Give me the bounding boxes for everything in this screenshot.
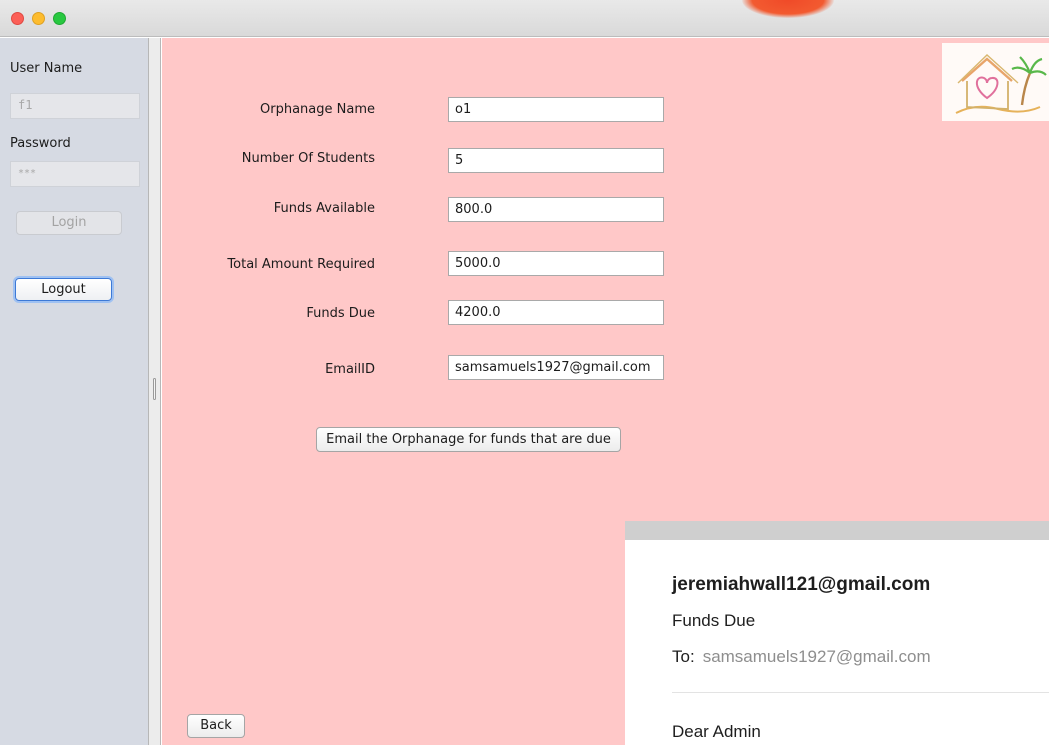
number-of-students-input[interactable]: 5 bbox=[448, 148, 664, 173]
email-orphanage-button[interactable]: Email the Orphanage for funds that are d… bbox=[316, 427, 621, 452]
zoom-window-button[interactable] bbox=[53, 12, 66, 25]
divider-grip-handle[interactable] bbox=[153, 378, 156, 400]
email-subject: Funds Due bbox=[672, 611, 756, 630]
number-of-students-label: Number Of Students bbox=[241, 151, 375, 166]
password-label: Password bbox=[10, 136, 71, 151]
email-recipient-address: samsamuels1927@gmail.com bbox=[702, 647, 931, 666]
orphanage-name-input[interactable]: o1 bbox=[448, 97, 664, 122]
login-sidebar: User Name f1 Password *** Login Logout bbox=[0, 38, 148, 745]
house-heart-palm-logo bbox=[942, 43, 1049, 121]
funds-available-label: Funds Available bbox=[273, 201, 375, 216]
house-heart-logo-icon bbox=[955, 54, 1047, 114]
funds-available-input[interactable]: 800.0 bbox=[448, 197, 664, 222]
username-label: User Name bbox=[10, 61, 83, 76]
total-amount-required-label: Total Amount Required bbox=[227, 257, 375, 272]
funds-due-input[interactable]: 4200.0 bbox=[448, 300, 664, 325]
window-titlebar bbox=[0, 0, 1049, 37]
email-separator bbox=[672, 692, 1049, 693]
back-button[interactable]: Back bbox=[187, 714, 245, 738]
email-preview-header-bar bbox=[625, 521, 1049, 540]
email-to-label: To: bbox=[672, 647, 695, 666]
email-sender: jeremiahwall121@gmail.com bbox=[672, 574, 931, 595]
orphanage-name-label: Orphanage Name bbox=[260, 102, 375, 117]
password-field[interactable]: *** bbox=[10, 161, 140, 187]
email-id-label: EmailID bbox=[325, 362, 375, 377]
email-id-input[interactable]: samsamuels1927@gmail.com bbox=[448, 355, 664, 380]
funds-due-label: Funds Due bbox=[306, 306, 375, 321]
email-preview-panel: jeremiahwall121@gmail.com Funds Due To: s… bbox=[625, 521, 1049, 745]
total-amount-required-input[interactable]: 5000.0 bbox=[448, 251, 664, 276]
email-body-greeting: Dear Admin bbox=[672, 722, 761, 741]
close-window-button[interactable] bbox=[11, 12, 24, 25]
email-recipient-line: To: samsamuels1927@gmail.com bbox=[672, 647, 931, 667]
username-field[interactable]: f1 bbox=[10, 93, 140, 119]
split-pane-divider[interactable] bbox=[148, 38, 161, 745]
logout-button[interactable]: Logout bbox=[15, 278, 112, 301]
login-button[interactable]: Login bbox=[16, 211, 122, 235]
decorative-orange-glow bbox=[742, 0, 834, 18]
minimize-window-button[interactable] bbox=[32, 12, 45, 25]
